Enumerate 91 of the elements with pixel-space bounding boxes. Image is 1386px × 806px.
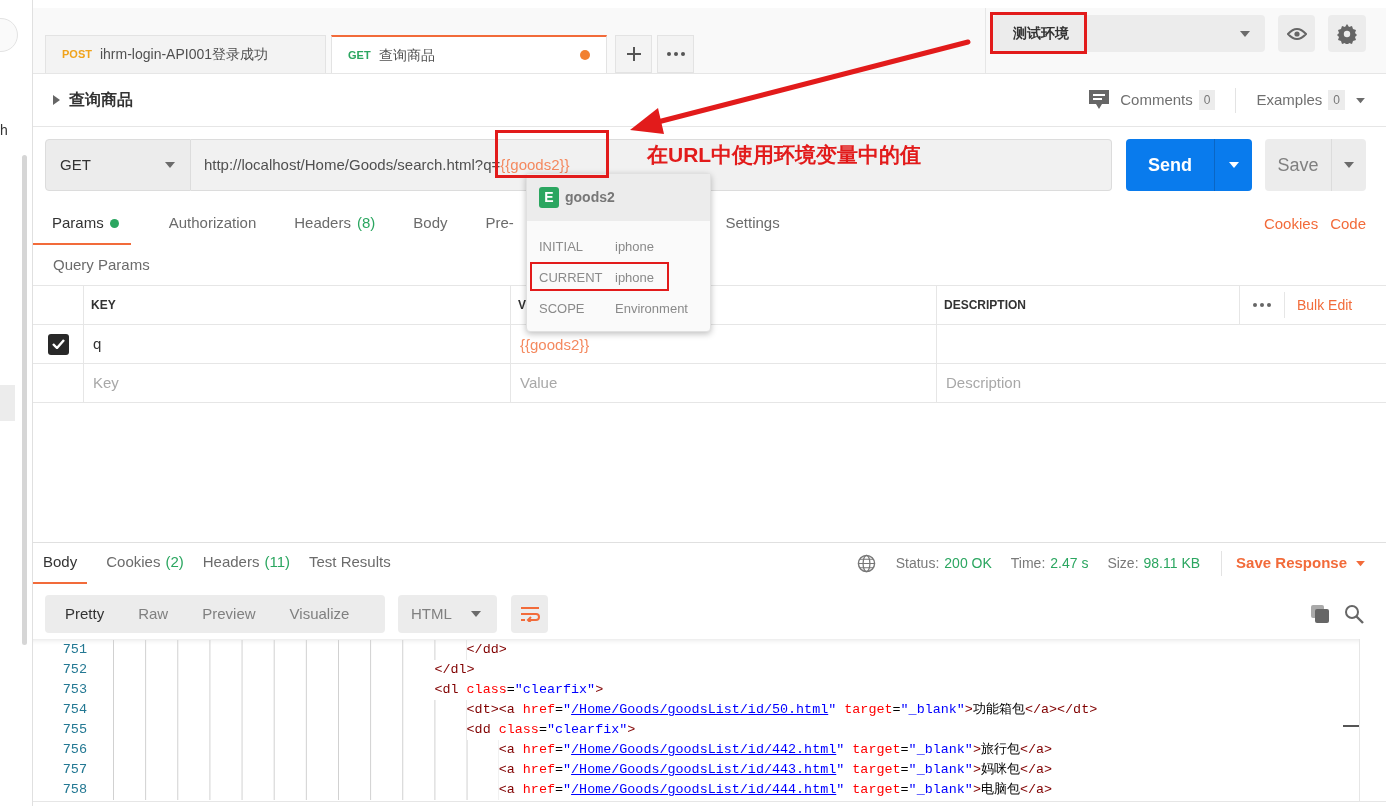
expand-icon[interactable]: [53, 95, 60, 105]
count-badge: 0: [1198, 90, 1216, 110]
more-icon[interactable]: [1253, 303, 1271, 307]
request-tab[interactable]: Headers (8): [294, 204, 376, 245]
code-line: <dd class="clearfix">: [466, 721, 636, 739]
line-number: 753: [61, 681, 88, 699]
status-label: Time:: [1010, 554, 1046, 573]
examples-link[interactable]: Examples: [1256, 88, 1323, 112]
section-title: Query Params: [53, 254, 150, 275]
caret-icon: [163, 161, 176, 169]
request-tab[interactable]: Body: [413, 204, 448, 245]
response-tab[interactable]: Cookies (2): [106, 543, 184, 584]
preview-button[interactable]: [1278, 15, 1315, 52]
status-value: 2.47 s: [1050, 554, 1089, 573]
column-header: KEY: [91, 297, 116, 314]
annotation-text: 在URL中使用环境变量中的值: [647, 142, 922, 168]
code-line: <a href="/Home/Goods/goodsList/id/443.html" target="_blank">妈咪包</a>: [498, 761, 1053, 779]
view-mode-tab[interactable]: Visualize: [289, 602, 350, 626]
scope-badge: E: [539, 187, 559, 208]
code-line: <dt><a href="/Home/Goods/goodsList/id/50.html" target="_blank">功能箱包</a></dt>: [466, 701, 1098, 719]
new-tab-button[interactable]: [615, 35, 652, 73]
check-icon: [51, 339, 65, 349]
environment-dropdown[interactable]: 测试环境: [993, 15, 1265, 52]
variable-label: INITIAL: [539, 237, 585, 256]
request-tab[interactable]: Params: [33, 204, 131, 245]
method-dropdown[interactable]: GET: [45, 139, 191, 191]
line-number: 757: [61, 761, 88, 779]
request-tab[interactable]: POST ihrm-login-API001登录成功: [45, 35, 326, 73]
column-header: V: [518, 297, 526, 314]
search-icon[interactable]: [1344, 604, 1364, 624]
save-response-link[interactable]: Save Response: [1236, 552, 1347, 575]
request-tab[interactable]: Authorization: [168, 204, 257, 245]
caret-icon[interactable]: [1355, 96, 1366, 104]
caret-icon: [1239, 29, 1251, 38]
response-tab[interactable]: Body: [33, 543, 88, 584]
table-cell[interactable]: q: [84, 325, 511, 363]
caret-icon: [1227, 161, 1240, 169]
caret-icon: [470, 610, 482, 618]
more-tabs-button[interactable]: [657, 35, 694, 73]
more-icon: [666, 52, 685, 56]
plus-icon: [625, 46, 642, 62]
line-number: 754: [61, 701, 88, 719]
view-mode-tab[interactable]: Preview: [202, 602, 256, 626]
code-line: <a href="/Home/Goods/goodsList/id/444.html" target="_blank">电脑包</a>: [498, 781, 1053, 799]
scroll-marker: [1343, 725, 1359, 727]
link[interactable]: Cookies: [1263, 204, 1319, 245]
variable-label: CURRENT: [539, 268, 604, 287]
line-number: 756: [61, 741, 88, 759]
variable-value: Environment: [615, 299, 688, 318]
line-number: 751: [61, 641, 88, 659]
code-line: </dd>: [466, 641, 507, 659]
caret-icon: [1343, 161, 1355, 169]
status-value: 98.11 KB: [1143, 554, 1201, 573]
status-label: Size:: [1107, 554, 1139, 573]
view-mode-tab[interactable]: Raw: [138, 602, 169, 626]
request-tab[interactable]: Settings: [725, 204, 780, 245]
comment-icon: [1089, 90, 1110, 110]
bulk-edit-link[interactable]: Bulk Edit: [1297, 294, 1353, 316]
code-line: </dl>: [434, 661, 475, 679]
wrap-icon: [519, 606, 540, 622]
line-number: 752: [61, 661, 88, 679]
response-tab[interactable]: Test Results: [309, 543, 391, 584]
settings-button[interactable]: [1328, 15, 1366, 52]
count-badge: 0: [1328, 90, 1345, 110]
variable-value: iphone: [615, 237, 655, 256]
checkbox[interactable]: [47, 333, 69, 355]
wrap-lines-button[interactable]: [511, 595, 548, 633]
variable-label: SCOPE: [539, 299, 586, 318]
settings-icon: [1337, 23, 1357, 44]
code-line: <dl class="clearfix">: [434, 681, 604, 699]
caret-icon[interactable]: [1355, 560, 1366, 567]
line-number: 755: [61, 721, 88, 739]
sidebar-text: h: [0, 121, 8, 140]
copy-icon[interactable]: [1310, 604, 1330, 624]
request-name: 查询商品: [69, 90, 134, 110]
format-dropdown[interactable]: HTML: [398, 595, 497, 633]
eye-icon: [1286, 27, 1307, 40]
variable-value: iphone: [615, 268, 655, 287]
view-mode-tab[interactable]: Pretty: [65, 602, 105, 626]
comments-link[interactable]: Comments: [1120, 88, 1193, 112]
code-line: <a href="/Home/Goods/goodsList/id/442.html" target="_blank">旅行包</a>: [498, 741, 1053, 759]
status-value: 200 OK: [944, 554, 992, 573]
variable-name: goods2: [565, 188, 615, 207]
column-header: DESCRIPTION: [944, 297, 1026, 314]
line-number: 758: [61, 781, 88, 799]
response-tab[interactable]: Headers (11): [202, 543, 290, 584]
scrollbar[interactable]: [22, 155, 27, 645]
globe-icon[interactable]: [856, 554, 876, 573]
status-label: Status:: [895, 554, 940, 573]
link[interactable]: Code: [1330, 204, 1366, 245]
request-tab[interactable]: GET 查询商品: [331, 35, 607, 73]
